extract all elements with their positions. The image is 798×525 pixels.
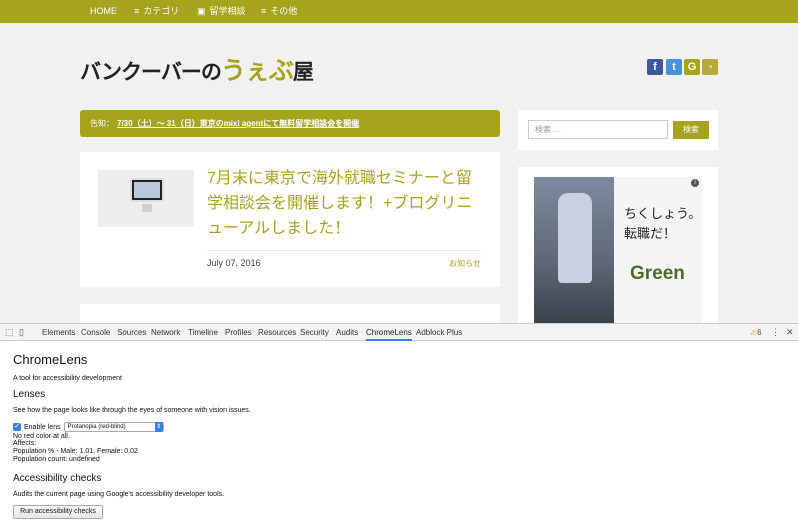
ad-widget: ちくしょう。 転職だ！ Green i [518, 167, 718, 323]
menu-icon: ≡ [134, 6, 140, 16]
lens-info-line: No red color at all. [13, 433, 70, 440]
post-category-link[interactable]: お知らせ [449, 258, 481, 269]
post-thumbnail[interactable] [98, 170, 194, 227]
enable-lens-checkbox[interactable]: ✓ [13, 423, 21, 431]
tab-resources[interactable]: Resources [258, 324, 296, 341]
rss-icon[interactable]: ◔ [702, 59, 718, 75]
monitor-stand [142, 204, 152, 212]
lenses-heading: Lenses [13, 389, 46, 400]
tab-console[interactable]: Console [81, 324, 110, 341]
ad-person-figure [558, 193, 592, 283]
menu-icon: ≡ [261, 6, 267, 16]
monitor-icon [130, 178, 164, 202]
nav-home[interactable]: HOME [90, 0, 117, 23]
panel-title: ChromeLens [13, 352, 88, 367]
lens-info-line: Population % - Male: 1.01, Female: 0.02 [13, 448, 138, 455]
tab-timeline[interactable]: Timeline [188, 324, 218, 341]
chromelens-panel: ChromeLens A tool for accessibility deve… [0, 342, 798, 525]
chat-icon: ▣ [197, 6, 206, 16]
ad-copy-line1: ちくしょう。 [624, 207, 702, 222]
logo-accent-text: うぇぶ [220, 56, 294, 85]
nav-consult[interactable]: ▣ 留学相談 [197, 0, 246, 23]
nav-consult-label: 留学相談 [209, 6, 246, 16]
post-date: July 07, 2016 [207, 258, 261, 268]
tab-sources[interactable]: Sources [117, 324, 146, 341]
inspect-icon[interactable]: ⬚ [5, 324, 14, 341]
lens-select[interactable]: Protanopia (red-blind) ⇕ [63, 422, 164, 432]
page-content: バンクーバーのうぇぶ屋 f t G ◔ 告知： 7/30（土）～ 31（日）東京の… [0, 23, 798, 323]
ad-info-icon[interactable]: i [691, 179, 699, 187]
post-card: 7月末に東京で海外就職セミナーと留学相談会を開催します！+ブログリニューアルしま… [80, 152, 500, 287]
lens-info-line: Population count: undefined [13, 456, 100, 463]
logo-main-text: バンクーバーの [80, 59, 222, 84]
google-icon[interactable]: G [684, 59, 700, 75]
checks-heading: Accessibility checks [13, 473, 102, 484]
post-card-next [80, 304, 500, 323]
tab-elements[interactable]: Elements [42, 324, 75, 341]
tab-audits[interactable]: Audits [336, 324, 358, 341]
device-mode-icon[interactable]: ▯ [19, 324, 24, 341]
post-title[interactable]: 7月末に東京で海外就職セミナーと留学相談会を開催します！+ブログリニューアルしま… [207, 166, 477, 241]
facebook-icon[interactable]: f [647, 59, 663, 75]
nav-other-label: その他 [270, 6, 298, 16]
more-options-icon[interactable]: ⋮ [771, 324, 780, 341]
panel-subtitle: A tool for accessibility development [13, 375, 122, 382]
search-widget: 検索 … 検索 [518, 110, 718, 150]
tab-network[interactable]: Network [151, 324, 180, 341]
nav-home-label: HOME [90, 6, 117, 16]
ad-copy-line2: 転職だ！ [624, 227, 677, 242]
ad-banner[interactable]: ちくしょう。 転職だ！ Green i [534, 177, 702, 323]
notice-link[interactable]: 7/30（土）～ 31（日）東京のmixi agentにて無料留学相談会を開催 [117, 119, 359, 128]
lens-info-line: Affects: [13, 440, 37, 447]
select-arrow-icon: ⇕ [154, 422, 163, 432]
divider [207, 250, 481, 251]
lens-control-row: ✓ Enable lens Protanopia (red-blind) ⇕ [13, 422, 164, 432]
tab-profiles[interactable]: Profiles [225, 324, 252, 341]
tab-chromelens[interactable]: ChromeLens [366, 324, 412, 341]
search-button[interactable]: 検索 [673, 121, 709, 139]
tab-adblock-plus[interactable]: Adblock Plus [416, 324, 462, 341]
search-input[interactable]: 検索 … [528, 120, 668, 139]
nav-category-label: カテゴリ [143, 6, 180, 16]
checks-description: Audits the current page using Google's a… [13, 491, 225, 498]
notice-bar: 告知： 7/30（土）～ 31（日）東京のmixi agentにて無料留学相談会を… [80, 110, 500, 137]
enable-lens-label: Enable lens [24, 423, 61, 431]
nav-category[interactable]: ≡ カテゴリ [134, 0, 179, 23]
close-icon[interactable]: ✕ [786, 324, 794, 341]
twitter-icon[interactable]: t [666, 59, 682, 75]
lenses-description: See how the page looks like through the … [13, 407, 251, 414]
devtools-tabbar: ⬚ ▯ Elements Console Sources Network Tim… [0, 323, 798, 341]
nav-other[interactable]: ≡ その他 [261, 0, 297, 23]
warning-count: 6 [757, 328, 762, 337]
top-navbar: HOME ≡ カテゴリ ▣ 留学相談 ≡ その他 [0, 0, 798, 23]
notice-prefix: 告知： [90, 119, 114, 128]
warning-counter[interactable]: ⚠6 [750, 324, 762, 341]
ad-copy-panel [614, 177, 702, 323]
logo-tail-text: 屋 [292, 59, 314, 84]
ad-brand: Green [630, 263, 685, 284]
run-accessibility-checks-button[interactable]: Run accessibility checks [13, 505, 103, 519]
lens-select-value: Protanopia (red-blind) [67, 424, 126, 430]
tab-security[interactable]: Security [300, 324, 329, 341]
ad-copy: ちくしょう。 転職だ！ [624, 205, 701, 245]
site-logo[interactable]: バンクーバーのうぇぶ屋 [80, 51, 314, 87]
